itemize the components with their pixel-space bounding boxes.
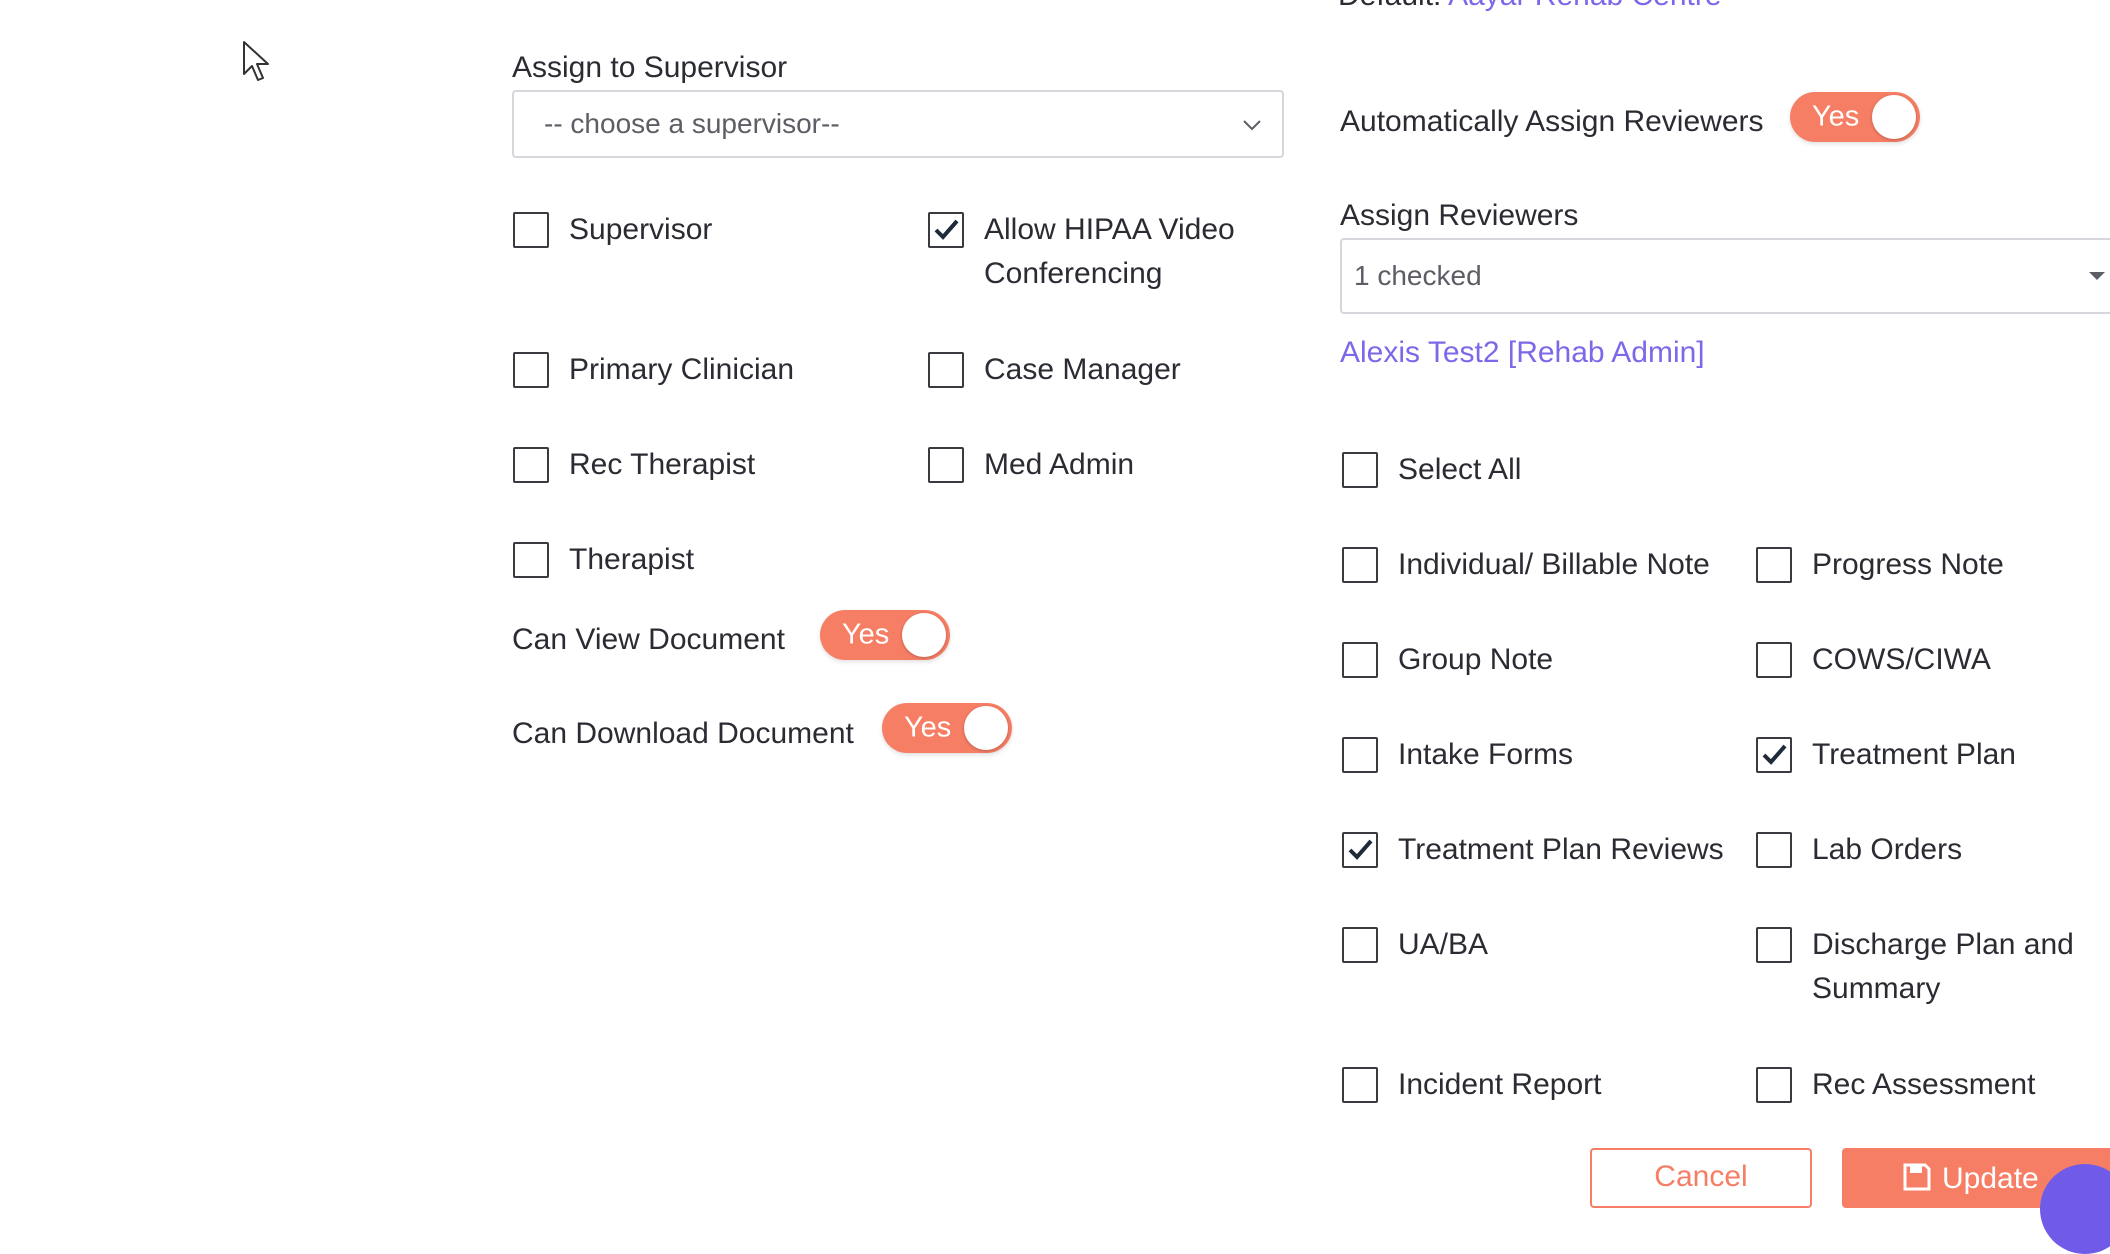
chevron-down-icon [1243, 120, 1261, 131]
auto-assign-reviewers-toggle-label: Yes [1812, 100, 1860, 133]
check-icon [1762, 744, 1787, 765]
doc-discharge-plan-summary-label: Discharge Plan and Summary [1812, 928, 2074, 1005]
can-download-document-toggle[interactable]: Yes [882, 703, 1012, 753]
doc-treatment-plan-reviews-checkbox[interactable] [1342, 832, 1378, 868]
doc-group-note-label: Group Note [1398, 643, 1554, 676]
doc-select-all-checkbox[interactable] [1342, 452, 1378, 488]
doc-individual-billable-note-checkbox[interactable] [1342, 547, 1378, 583]
cancel-button[interactable]: Cancel [1590, 1148, 1812, 1208]
cancel-button-label: Cancel [1654, 1160, 1748, 1193]
role-hipaa-video-checkbox[interactable] [928, 212, 964, 248]
role-med-admin-checkbox[interactable] [928, 447, 964, 483]
default-center-link[interactable]: Aayar Rehab Centre [1448, 0, 1722, 12]
update-button-label: Update [1942, 1162, 2039, 1195]
role-therapist-label: Therapist [569, 543, 695, 576]
caret-down-icon [2089, 272, 2105, 280]
role-supervisor-label: Supervisor [569, 213, 713, 246]
reviewer-alexis-link[interactable]: Alexis Test2 [Rehab Admin] [1340, 336, 1705, 370]
check-icon [934, 219, 959, 240]
assign-reviewers-value: 1 checked [1354, 260, 1482, 291]
doc-rec-assessment-checkbox[interactable] [1756, 1067, 1792, 1103]
toggle-knob [964, 706, 1008, 750]
assign-reviewers-select[interactable]: 1 checked [1340, 238, 2110, 314]
role-hipaa-video-label: Allow HIPAA Video Conferencing [984, 213, 1235, 290]
doc-lab-orders-checkbox[interactable] [1756, 832, 1792, 868]
doc-individual-billable-note-label: Individual/ Billable Note [1398, 548, 1710, 581]
role-primary-clinician-label: Primary Clinician [569, 353, 795, 386]
check-icon [1348, 839, 1373, 860]
doc-select-all-label: Select All [1398, 453, 1522, 486]
doc-progress-note-label: Progress Note [1812, 548, 2004, 581]
save-icon [1903, 1163, 1931, 1191]
doc-incident-report-checkbox[interactable] [1342, 1067, 1378, 1103]
role-supervisor-checkbox[interactable] [513, 212, 549, 248]
doc-rec-assessment-label: Rec Assessment [1812, 1068, 2036, 1101]
doc-group-note-checkbox[interactable] [1342, 642, 1378, 678]
auto-assign-reviewers-toggle[interactable]: Yes [1790, 92, 1920, 142]
doc-lab-orders-label: Lab Orders [1812, 833, 1963, 866]
doc-cows-ciwa-label: COWS/CIWA [1812, 643, 1991, 676]
can-view-document-toggle[interactable]: Yes [820, 610, 950, 660]
arrow-cursor-icon [243, 41, 269, 81]
doc-cows-ciwa-checkbox[interactable] [1756, 642, 1792, 678]
doc-intake-forms-checkbox[interactable] [1342, 737, 1378, 773]
role-case-manager-label: Case Manager [984, 353, 1181, 386]
role-rec-therapist-label: Rec Therapist [569, 448, 756, 481]
doc-discharge-plan-summary-checkbox[interactable] [1756, 927, 1792, 963]
default-center-row: Default: Aayar Rehab Centre [1338, 0, 1722, 18]
assign-supervisor-label: Assign to Supervisor [512, 51, 788, 84]
supervisor-select-value: -- choose a supervisor-- [544, 108, 840, 139]
role-med-admin-label: Med Admin [984, 448, 1135, 481]
role-therapist-checkbox[interactable] [513, 542, 549, 578]
can-view-document-toggle-label: Yes [842, 618, 890, 651]
assign-reviewers-label: Assign Reviewers [1340, 199, 1579, 232]
doc-intake-forms-label: Intake Forms [1398, 738, 1574, 771]
toggle-knob [902, 613, 946, 657]
role-rec-therapist-checkbox[interactable] [513, 447, 549, 483]
doc-incident-report-label: Incident Report [1398, 1068, 1602, 1101]
role-case-manager-checkbox[interactable] [928, 352, 964, 388]
default-label: Default: [1338, 0, 1441, 12]
can-download-document-toggle-label: Yes [904, 711, 952, 744]
doc-ua-ba-checkbox[interactable] [1342, 927, 1378, 963]
auto-assign-reviewers-label: Automatically Assign Reviewers [1340, 105, 1764, 138]
can-view-document-label: Can View Document [512, 623, 785, 656]
supervisor-select[interactable]: -- choose a supervisor-- [512, 90, 1284, 158]
doc-treatment-plan-label: Treatment Plan [1812, 738, 2016, 771]
toggle-knob [1872, 95, 1916, 139]
doc-treatment-plan-checkbox[interactable] [1756, 737, 1792, 773]
can-download-document-label: Can Download Document [512, 717, 854, 750]
role-primary-clinician-checkbox[interactable] [513, 352, 549, 388]
doc-progress-note-checkbox[interactable] [1756, 547, 1792, 583]
doc-ua-ba-label: UA/BA [1398, 928, 1489, 961]
doc-treatment-plan-reviews-label: Treatment Plan Reviews [1398, 833, 1724, 866]
